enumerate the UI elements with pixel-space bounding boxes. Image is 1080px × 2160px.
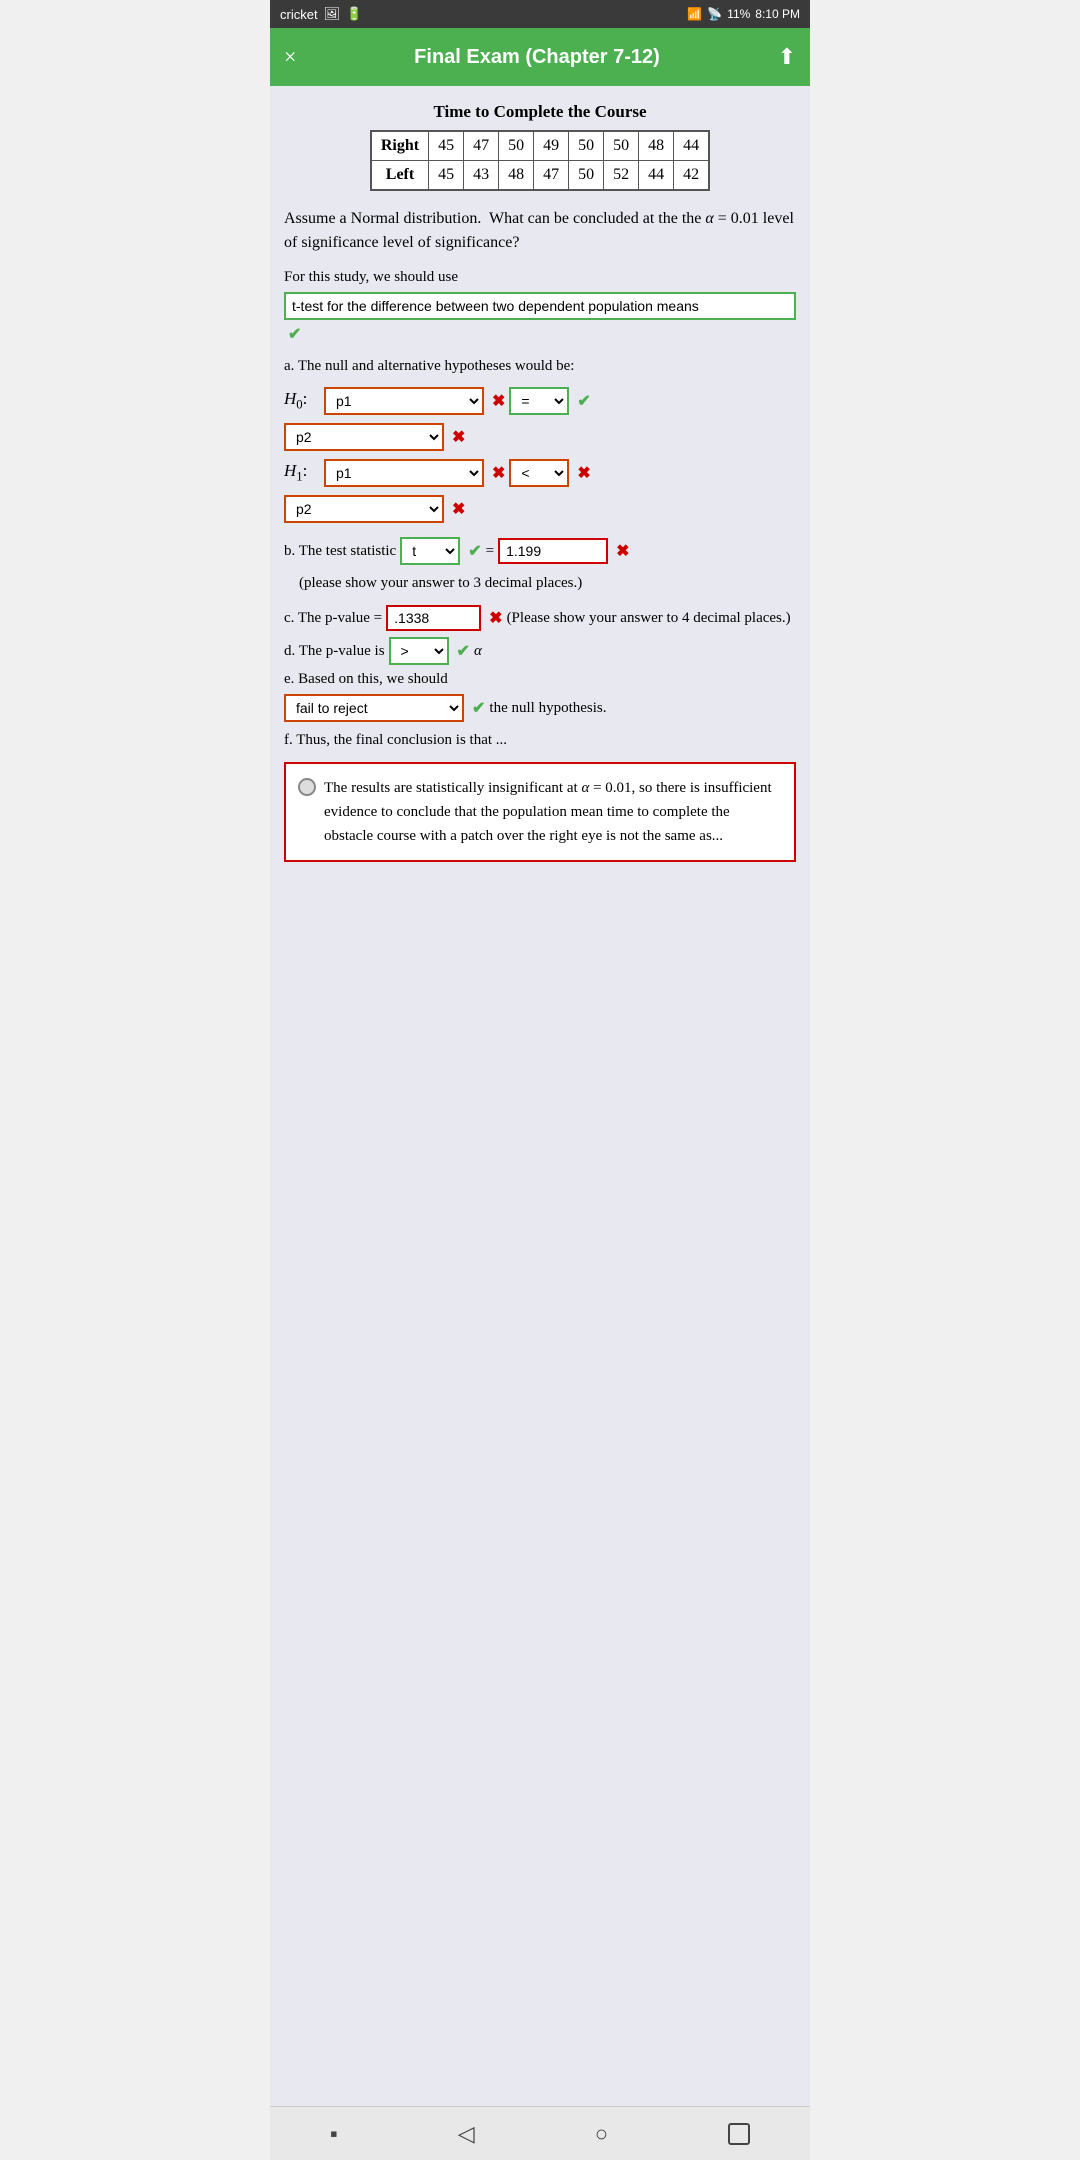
page-title: Final Exam (Chapter 7-12) <box>296 46 777 69</box>
gallery-icon: 🖼 <box>324 6 341 22</box>
part-b-row: b. The test statistic t ✔ = ✖ <box>284 537 796 565</box>
test-type-wrapper: t-test for the difference between two de… <box>284 292 796 320</box>
h0-var2-select[interactable]: p2 <box>284 423 444 451</box>
hypotheses-label: a. The null and alternative hypotheses w… <box>284 358 796 375</box>
test-stat-select[interactable]: t <box>400 537 460 565</box>
p-value-x: ✖ <box>489 608 502 628</box>
p-value-op-select[interactable]: > <box>389 637 449 665</box>
parts-section: b. The test statistic t ✔ = ✖ (please sh… <box>284 537 796 862</box>
description-text: Assume a Normal distribution. What can b… <box>284 207 796 255</box>
main-content: Time to Complete the Course Right4547504… <box>270 86 810 2106</box>
conclusion-text: The results are statistically insignific… <box>324 776 782 848</box>
h0-op-check: ✔ <box>577 391 590 411</box>
signal-icon: 📡 <box>707 7 722 21</box>
recents-icon[interactable] <box>728 2123 750 2145</box>
h1-var2-select[interactable]: p2 <box>284 495 444 523</box>
h0-label: H0: <box>284 389 320 412</box>
battery-percent: 11% <box>727 7 750 21</box>
h0-var1-select[interactable]: p1 <box>324 387 484 415</box>
battery-charging-icon: 🔋 <box>346 6 362 22</box>
part-e-row: e. Based on this, we should <box>284 671 796 688</box>
part-c-label: c. The p-value = <box>284 610 382 627</box>
status-bar: cricket 🖼 🔋 📶 📡 11% 8:10 PM <box>270 0 810 28</box>
p-value-input[interactable] <box>386 605 481 631</box>
conclusion-box: The results are statistically insignific… <box>284 762 796 862</box>
h0-var2-row: p2 ✖ <box>284 423 796 451</box>
h0-op-select[interactable]: = <box>509 387 569 415</box>
part-b-label: b. The test statistic <box>284 543 396 560</box>
data-table: Right4547504950504844Left454348475052444… <box>370 130 710 191</box>
part-b-note: (please show your answer to 3 decimal pl… <box>284 571 796 595</box>
hypotheses-section: a. The null and alternative hypotheses w… <box>284 358 796 523</box>
test-stat-check: ✔ <box>468 541 481 561</box>
h1-var1-select[interactable]: p1 <box>324 459 484 487</box>
back-icon[interactable]: ◁ <box>458 2121 475 2147</box>
app-header: × Final Exam (Chapter 7-12) ⬆ <box>270 28 810 86</box>
alpha-symbol: α <box>474 643 482 660</box>
h0-var1-x: ✖ <box>492 391 505 411</box>
h1-row: H1: p1 ✖ < ✖ <box>284 459 796 487</box>
h1-var2-x: ✖ <box>452 499 465 519</box>
close-button[interactable]: × <box>284 44 296 70</box>
part-c-note: (Please show your answer to 4 decimal pl… <box>507 610 791 627</box>
radio-button-1[interactable] <box>298 778 316 796</box>
part-c-row: c. The p-value = ✖ (Please show your ans… <box>284 605 796 631</box>
equals-sign: = <box>486 543 494 560</box>
home-icon[interactable]: ○ <box>595 2121 608 2147</box>
h1-op-x: ✖ <box>577 463 590 483</box>
time-display: 8:10 PM <box>755 7 800 21</box>
h1-label: H1: <box>284 461 320 484</box>
part-f-label: f. Thus, the final conclusion is that ..… <box>284 728 796 752</box>
part-e-label: e. Based on this, we should <box>284 671 448 688</box>
test-stat-x: ✖ <box>616 541 629 561</box>
h1-var2-row: p2 ✖ <box>284 495 796 523</box>
part-d-row: d. The p-value is > ✔ α <box>284 637 796 665</box>
h0-var2-x: ✖ <box>452 427 465 447</box>
conclusion-check: ✔ <box>472 698 485 718</box>
test-type-select[interactable]: t-test for the difference between two de… <box>284 292 796 320</box>
p-value-op-check: ✔ <box>457 641 470 661</box>
test-stat-input[interactable] <box>498 538 608 564</box>
app-name: cricket <box>280 7 318 22</box>
h1-var1-x: ✖ <box>492 463 505 483</box>
h1-op-select[interactable]: < <box>509 459 569 487</box>
radio-option-1: The results are statistically insignific… <box>298 776 782 848</box>
conclusion-select[interactable]: fail to reject reject <box>284 694 464 722</box>
wifi-icon: 📶 <box>687 7 702 21</box>
bottom-nav: ▪ ◁ ○ <box>270 2106 810 2160</box>
h0-row: H0: p1 ✖ = ✔ <box>284 387 796 415</box>
part-e-rest: the null hypothesis. <box>489 700 606 717</box>
part-d-label: d. The p-value is <box>284 643 385 660</box>
upload-button[interactable]: ⬆ <box>778 44 796 70</box>
table-title: Time to Complete the Course <box>284 102 796 122</box>
part-e-select-row: fail to reject reject ✔ the null hypothe… <box>284 694 796 722</box>
for-study-label: For this study, we should use <box>284 269 796 286</box>
test-type-check: ✔ <box>288 326 301 343</box>
menu-icon: ▪ <box>330 2121 338 2147</box>
